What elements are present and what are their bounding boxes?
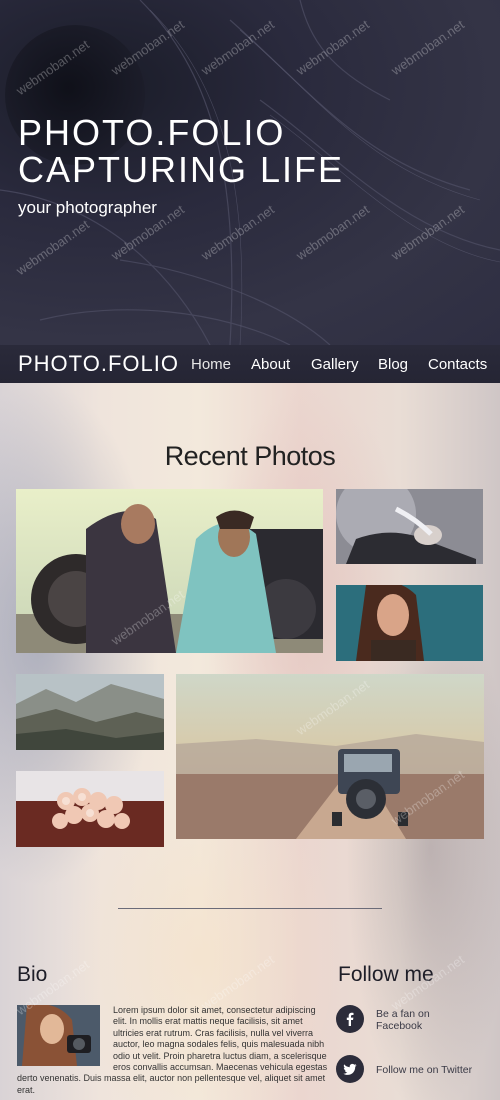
hero-title-line1: PHOTO.FOLIO	[18, 112, 286, 153]
nav-item-blog[interactable]: Blog	[378, 356, 408, 373]
nav-item-contacts[interactable]: Contacts	[428, 356, 487, 373]
nav-item-home[interactable]: Home	[191, 356, 231, 373]
twitter-link[interactable]: Follow me on Twitter	[336, 1055, 486, 1085]
facebook-line2: Facebook	[376, 1020, 423, 1032]
hero-subtitle: your photographer	[18, 198, 157, 217]
facebook-link[interactable]: Be a fan on Facebook	[336, 1005, 486, 1035]
navbar: PHOTO.FOLIO Home About Gallery Blog Cont…	[0, 345, 500, 383]
photo-couple-motorcycle[interactable]	[16, 489, 323, 653]
site-logo[interactable]: PHOTO.FOLIO	[18, 351, 179, 377]
recent-photos-title: Recent Photos	[164, 441, 336, 471]
twitter-icon[interactable]	[336, 1055, 364, 1083]
hero-title: PHOTO.FOLIO CAPTURING LIFE	[18, 114, 344, 188]
follow-title: Follow me	[338, 963, 434, 986]
nav-item-gallery[interactable]: Gallery	[311, 356, 359, 373]
main-content: Recent Photos Bio Lorem ipsum dolor sit …	[0, 383, 500, 1100]
bio-photo	[17, 1005, 100, 1066]
hero-banner: PHOTO.FOLIO CAPTURING LIFE your photogra…	[0, 0, 500, 345]
photo-woman-bw[interactable]	[336, 489, 483, 564]
photo-mountains[interactable]	[16, 674, 164, 750]
hero-title-line2: CAPTURING LIFE	[18, 149, 345, 190]
photo-woman-portrait[interactable]	[336, 585, 483, 661]
photo-roses[interactable]	[16, 771, 164, 847]
photo-vintage-car[interactable]	[176, 674, 484, 839]
nav-item-about[interactable]: About	[251, 356, 290, 373]
twitter-label: Follow me on Twitter	[376, 1064, 473, 1076]
facebook-line1: Be a fan on	[376, 1008, 430, 1020]
bio-title: Bio	[17, 963, 48, 986]
facebook-icon[interactable]	[336, 1005, 364, 1033]
section-divider	[118, 908, 382, 909]
